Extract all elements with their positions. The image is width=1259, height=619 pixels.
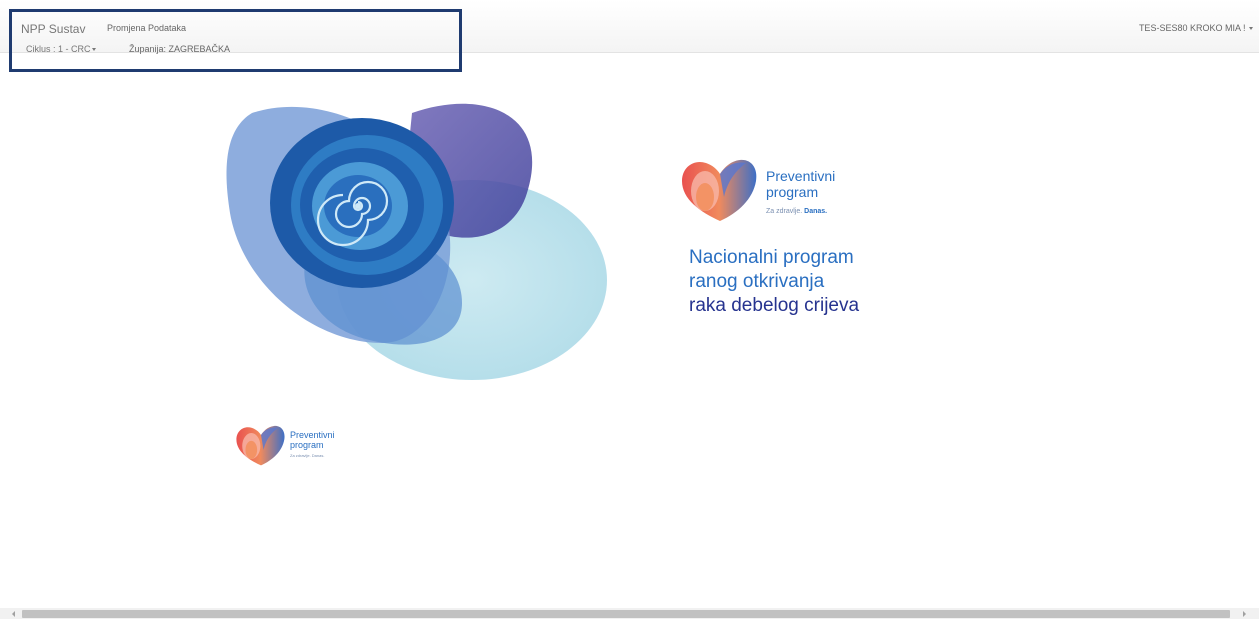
logo-title-line1: Preventivni (766, 168, 836, 184)
small-logo-tagline: Za zdravlje. Danas. (290, 453, 325, 458)
ciklus-label: Ciklus : 1 - CRC (26, 44, 91, 54)
hero-spiral-illustration (226, 103, 607, 380)
user-menu-dropdown[interactable]: TES-SES80 KROKO MIA ! (1139, 23, 1253, 33)
logo-title-line2: program (766, 184, 819, 200)
scrollbar-thumb[interactable] (22, 610, 1230, 618)
top-navbar: NPP Sustav Promjena Podataka Ciklus : 1 … (0, 0, 1259, 54)
horizontal-scrollbar[interactable] (0, 608, 1259, 619)
small-logo-title-line2: program (290, 440, 324, 450)
headline-line2: ranog otkrivanja (689, 271, 825, 292)
small-logo-title-line1: Preventivni (290, 430, 335, 440)
logo-tagline-bold: Danas. (804, 208, 828, 215)
scroll-right-arrow-icon[interactable] (1243, 611, 1246, 617)
program-headline: Nacionalni program ranog otkrivanja raka… (689, 246, 859, 318)
nav-promjena-podataka[interactable]: Promjena Podataka (107, 23, 186, 33)
preventivni-program-logo-icon (682, 159, 757, 221)
logo-tagline-prefix: Za zdravlje. (766, 208, 803, 215)
caret-down-icon (1249, 27, 1253, 31)
preventivni-program-small-logo-icon (236, 425, 285, 466)
zupanija-label: Županija: ZAGREBAČKA (129, 44, 231, 54)
brand-link[interactable]: NPP Sustav (21, 22, 85, 36)
scroll-left-arrow-icon[interactable] (12, 611, 15, 617)
ciklus-dropdown[interactable]: Ciklus : 1 - CRC (26, 44, 96, 54)
caret-down-icon (91, 48, 96, 52)
user-name: TES-SES80 KROKO MIA ! (1138, 23, 1246, 33)
logo-tagline: Za zdravlje. Danas. (766, 208, 827, 215)
headline-line1: Nacionalni program (689, 247, 854, 268)
headline-line3: raka debelog crijeva (689, 295, 860, 316)
